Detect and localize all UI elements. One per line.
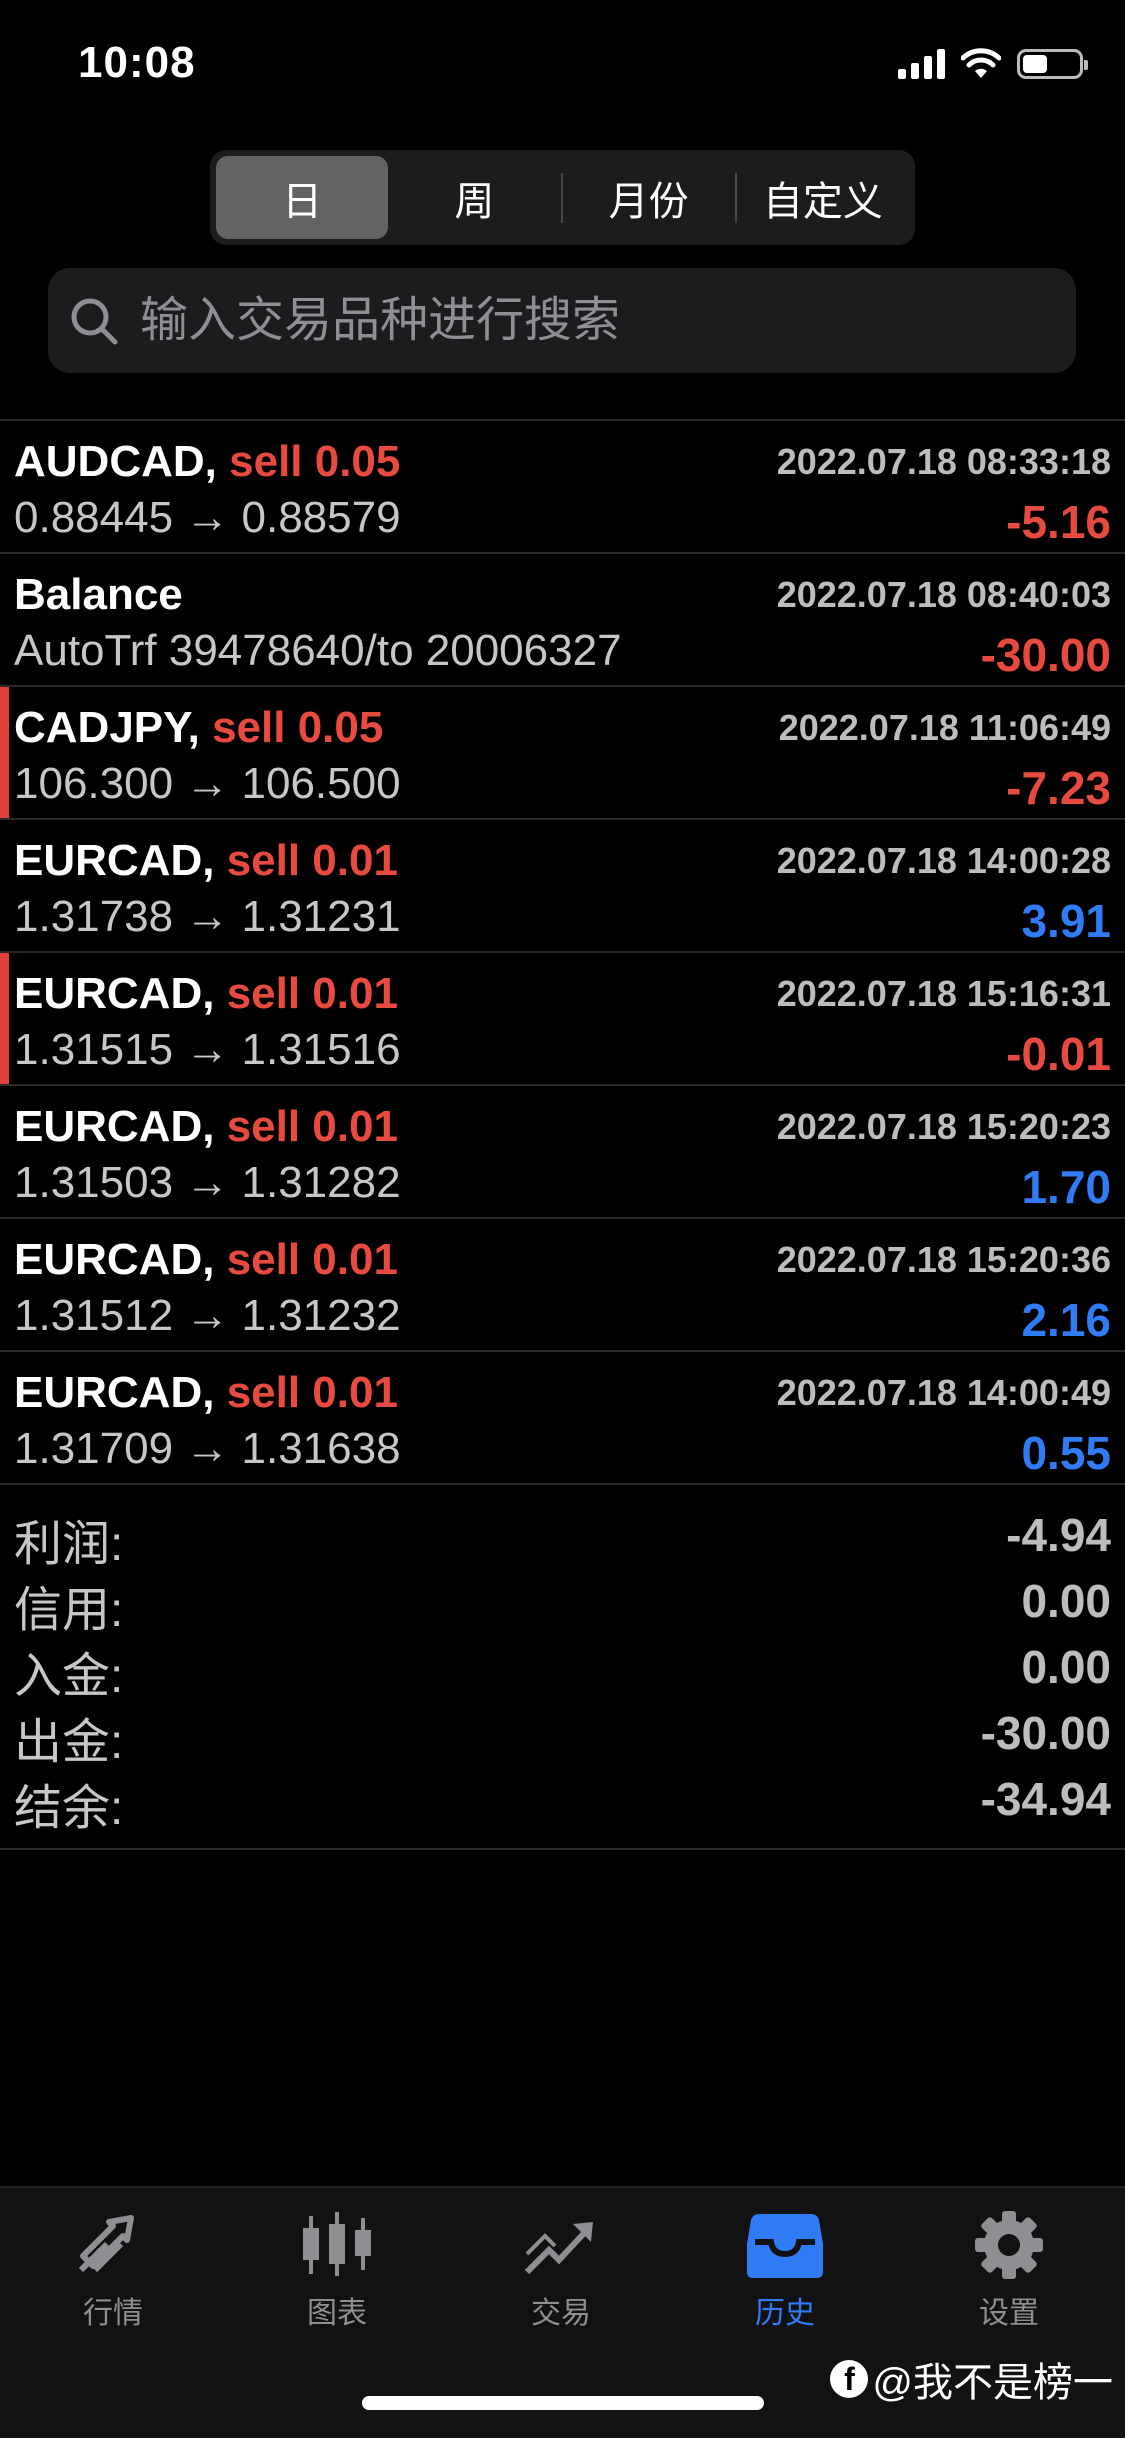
balance-row[interactable]: Balance 2022.07.18 08:40:03 AutoTrf 3947… — [0, 554, 1125, 687]
trade-profit: 2.16 — [1021, 1294, 1111, 1346]
trade-symbol: CADJPY, — [14, 703, 200, 752]
home-indicator[interactable] — [362, 2396, 764, 2410]
trade-time: 2022.07.18 15:20:36 — [776, 1239, 1111, 1280]
trade-row[interactable]: EURCAD, sell 0.01 2022.07.18 14:00:28 1.… — [0, 820, 1125, 953]
facebook-icon: f — [830, 2360, 869, 2398]
segment-day[interactable]: 日 — [216, 156, 389, 239]
tab-label: 行情 — [83, 2297, 143, 2330]
trade-row[interactable]: EURCAD, sell 0.01 2022.07.18 15:16:31 1.… — [0, 953, 1125, 1086]
status-time: 10:08 — [78, 38, 196, 87]
tab-quotes[interactable]: 行情 — [33, 2210, 193, 2332]
trade-time: 2022.07.18 15:20:23 — [776, 1106, 1111, 1147]
trade-side: sell 0.01 — [226, 969, 398, 1018]
history-inbox-icon — [747, 2214, 823, 2278]
tab-trade[interactable]: 交易 — [481, 2210, 641, 2332]
trade-prices: 106.300 → 106.500 — [14, 759, 401, 808]
trade-prices: 1.31512 → 1.31232 — [14, 1291, 401, 1340]
tab-label: 图表 — [307, 2297, 367, 2330]
summary-label: 信用: — [14, 1584, 124, 1637]
summary-profit: 利润: -4.94 — [0, 1500, 1125, 1571]
summary-label: 利润: — [14, 1518, 124, 1571]
trade-symbol: EURCAD, — [14, 1102, 215, 1151]
trade-profit: -7.23 — [1006, 762, 1111, 814]
quotes-icon — [78, 2215, 134, 2273]
watermark: f @我不是榜一 — [830, 2350, 1113, 2408]
account-summary: 利润: -4.94 信用: 0.00 入金: 0.00 出金: -30.00 结… — [0, 1500, 1125, 1850]
candlestick-chart-icon — [303, 2212, 371, 2276]
segment-month[interactable]: 月份 — [563, 156, 735, 239]
trade-time: 2022.07.18 15:16:31 — [776, 973, 1111, 1014]
trade-side: sell 0.01 — [226, 1235, 398, 1284]
tab-charts[interactable]: 图表 — [257, 2210, 417, 2332]
trade-row[interactable]: EURCAD, sell 0.01 2022.07.18 15:20:36 1.… — [0, 1219, 1125, 1352]
trade-time: 2022.07.18 14:00:49 — [776, 1372, 1111, 1413]
trade-symbol: EURCAD, — [14, 836, 215, 885]
summary-value: 0.00 — [1021, 1641, 1111, 1693]
trade-side: sell 0.05 — [229, 437, 401, 486]
signal-icon — [898, 49, 945, 79]
trade-side: sell 0.01 — [226, 1102, 398, 1151]
trade-time: 2022.07.18 08:40:03 — [776, 574, 1111, 615]
trade-time: 2022.07.18 08:33:18 — [776, 441, 1111, 482]
trade-history-list: AUDCAD, sell 0.05 2022.07.18 08:33:18 0.… — [0, 419, 1125, 1485]
trade-profit: 3.91 — [1021, 895, 1111, 947]
period-segmented-control: 日 周 月份 自定义 — [210, 150, 915, 245]
wifi-icon — [961, 48, 1001, 78]
trade-side: sell 0.01 — [226, 1368, 398, 1417]
trade-row[interactable]: EURCAD, sell 0.01 2022.07.18 14:00:49 1.… — [0, 1352, 1125, 1485]
summary-label: 出金: — [14, 1716, 124, 1769]
trade-row[interactable]: AUDCAD, sell 0.05 2022.07.18 08:33:18 0.… — [0, 421, 1125, 554]
trade-profit: -30.00 — [980, 629, 1111, 681]
trade-symbol: EURCAD, — [14, 1235, 215, 1284]
trade-icon — [524, 2222, 593, 2275]
tab-label: 交易 — [531, 2297, 591, 2330]
trade-prices: 1.31738 → 1.31231 — [14, 892, 401, 941]
segment-custom[interactable]: 自定义 — [737, 156, 909, 239]
battery-icon — [1017, 49, 1088, 79]
summary-label: 结余: — [14, 1782, 124, 1835]
trade-prices: 1.31515 → 1.31516 — [14, 1025, 401, 1074]
trade-symbol: Balance — [14, 570, 183, 619]
summary-value: 0.00 — [1021, 1575, 1111, 1627]
trade-symbol: EURCAD, — [14, 1368, 215, 1417]
summary-value: -34.94 — [980, 1773, 1111, 1825]
search-bar[interactable] — [48, 268, 1076, 373]
tab-label: 设置 — [979, 2297, 1039, 2330]
summary-deposit: 入金: 0.00 — [0, 1632, 1125, 1703]
trade-profit: 0.55 — [1021, 1427, 1111, 1479]
trade-prices: 0.88445 → 0.88579 — [14, 493, 401, 542]
tab-label: 历史 — [755, 2297, 815, 2330]
status-icons — [898, 48, 1088, 80]
tab-history[interactable]: 历史 — [705, 2210, 865, 2332]
trade-symbol: EURCAD, — [14, 969, 215, 1018]
summary-value: -4.94 — [1006, 1509, 1111, 1561]
summary-value: -30.00 — [980, 1707, 1111, 1759]
trade-row[interactable]: EURCAD, sell 0.01 2022.07.18 15:20:23 1.… — [0, 1086, 1125, 1219]
summary-credit: 信用: 0.00 — [0, 1566, 1125, 1637]
watermark-text: @我不是榜一 — [872, 2361, 1113, 2405]
trade-time: 2022.07.18 11:06:49 — [778, 707, 1111, 748]
trade-side: sell 0.01 — [226, 836, 398, 885]
tab-settings[interactable]: 设置 — [929, 2210, 1089, 2332]
search-icon — [71, 298, 118, 344]
trade-prices: 1.31503 → 1.31282 — [14, 1158, 401, 1207]
search-input[interactable] — [138, 292, 1042, 349]
trade-profit: -0.01 — [1006, 1028, 1111, 1080]
trade-row[interactable]: CADJPY, sell 0.05 2022.07.18 11:06:49 10… — [0, 687, 1125, 820]
trade-prices: 1.31709 → 1.31638 — [14, 1424, 401, 1473]
summary-balance: 结余: -34.94 — [0, 1764, 1125, 1835]
trade-symbol: AUDCAD, — [14, 437, 217, 486]
trade-profit: 1.70 — [1021, 1161, 1111, 1213]
trade-side: sell 0.05 — [212, 703, 384, 752]
summary-withdrawal: 出金: -30.00 — [0, 1698, 1125, 1769]
summary-label: 入金: — [14, 1650, 124, 1703]
trade-time: 2022.07.18 14:00:28 — [776, 840, 1111, 881]
trade-profit: -5.16 — [1006, 496, 1111, 548]
gear-icon — [975, 2211, 1043, 2279]
segment-week[interactable]: 周 — [388, 156, 560, 239]
trade-comment: AutoTrf 39478640/to 20006327 — [14, 626, 622, 675]
